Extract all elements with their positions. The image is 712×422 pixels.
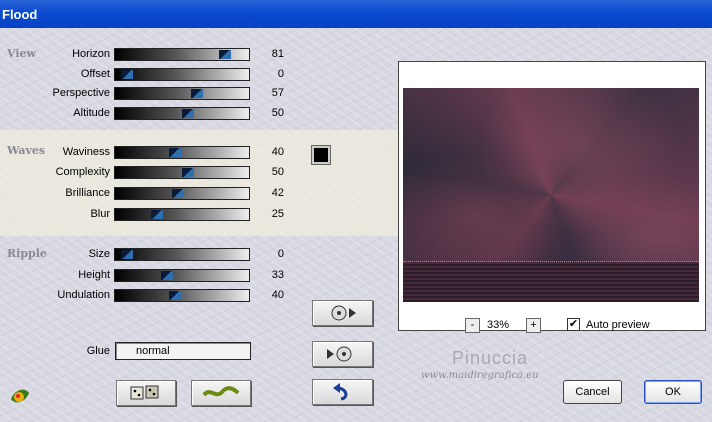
waviness-label: Waviness	[62, 146, 110, 158]
watermark-name: Pinuccia	[452, 348, 529, 368]
brilliance-slider[interactable]	[114, 187, 250, 200]
horizon-label: Horizon	[72, 48, 110, 60]
watermark-url: www.maidiregrafica.eu	[421, 370, 539, 381]
size-value[interactable]: 0	[252, 248, 284, 260]
size-label: Size	[88, 248, 110, 260]
brilliance-value[interactable]: 42	[252, 187, 284, 199]
altitude-slider[interactable]	[114, 107, 250, 120]
dice-icon	[130, 385, 159, 400]
dialog-client: View Waves Ripple Horizon 81 Offset 0 Pe…	[0, 28, 712, 422]
height-slider[interactable]	[114, 269, 250, 282]
presets-button[interactable]	[191, 380, 251, 406]
horizon-slider[interactable]	[114, 48, 250, 61]
horizon-line[interactable]	[403, 261, 699, 262]
flood-window: Flood View Waves Ripple Horizon 81 Offse…	[0, 0, 712, 422]
disc-forward-icon	[331, 305, 356, 321]
complexity-value[interactable]: 50	[252, 166, 284, 178]
zoom-out-button[interactable]: -	[465, 318, 480, 333]
reset-button[interactable]	[312, 379, 373, 405]
height-label: Height	[78, 269, 110, 281]
glue-select[interactable]: normal	[115, 342, 251, 360]
wave-color-swatch[interactable]	[311, 145, 331, 165]
preview-image[interactable]	[403, 88, 699, 302]
zoom-level: 33%	[487, 319, 510, 331]
water-reflection	[403, 262, 699, 302]
title-bar[interactable]: Flood	[0, 0, 712, 28]
wave-icon	[202, 386, 240, 397]
blur-slider[interactable]	[114, 208, 250, 221]
zoom-in-button[interactable]: +	[526, 318, 541, 333]
undulation-value[interactable]: 40	[252, 289, 284, 301]
complexity-slider[interactable]	[114, 166, 250, 179]
glue-value: normal	[136, 345, 170, 357]
blur-label: Blur	[90, 208, 110, 220]
auto-preview-checkbox[interactable]: ✔	[567, 318, 580, 331]
complexity-label: Complexity	[55, 166, 110, 178]
perspective-slider[interactable]	[114, 87, 250, 100]
copy-from-preview-button[interactable]	[312, 341, 373, 367]
altitude-value[interactable]: 50	[252, 107, 284, 119]
waviness-value[interactable]: 40	[252, 146, 284, 158]
auto-preview-label: Auto preview	[586, 319, 650, 331]
altitude-label: Altitude	[73, 107, 110, 119]
height-value[interactable]: 33	[252, 269, 284, 281]
offset-label: Offset	[80, 68, 110, 80]
perspective-value[interactable]: 57	[252, 87, 284, 99]
glue-label: Glue	[86, 345, 110, 357]
cancel-button[interactable]: Cancel	[563, 380, 622, 404]
undo-arrow-icon	[333, 383, 348, 401]
offset-value[interactable]: 0	[252, 68, 284, 80]
randomize-button[interactable]	[116, 380, 176, 406]
size-slider[interactable]	[114, 248, 250, 261]
window-title: Flood	[2, 7, 38, 22]
preview-frame	[398, 61, 706, 331]
undulation-label: Undulation	[57, 289, 110, 301]
blur-value[interactable]: 25	[252, 208, 284, 220]
horizon-value[interactable]: 81	[252, 48, 284, 60]
undulation-slider[interactable]	[114, 289, 250, 302]
offset-slider[interactable]	[114, 68, 250, 81]
ok-button[interactable]: OK	[644, 380, 702, 404]
filter-logo-icon	[9, 385, 31, 407]
brilliance-label: Brilliance	[65, 187, 110, 199]
perspective-label: Perspective	[52, 87, 110, 99]
waviness-slider[interactable]	[114, 146, 250, 159]
copy-to-preview-button[interactable]	[312, 300, 373, 326]
disc-back-icon	[327, 346, 352, 362]
